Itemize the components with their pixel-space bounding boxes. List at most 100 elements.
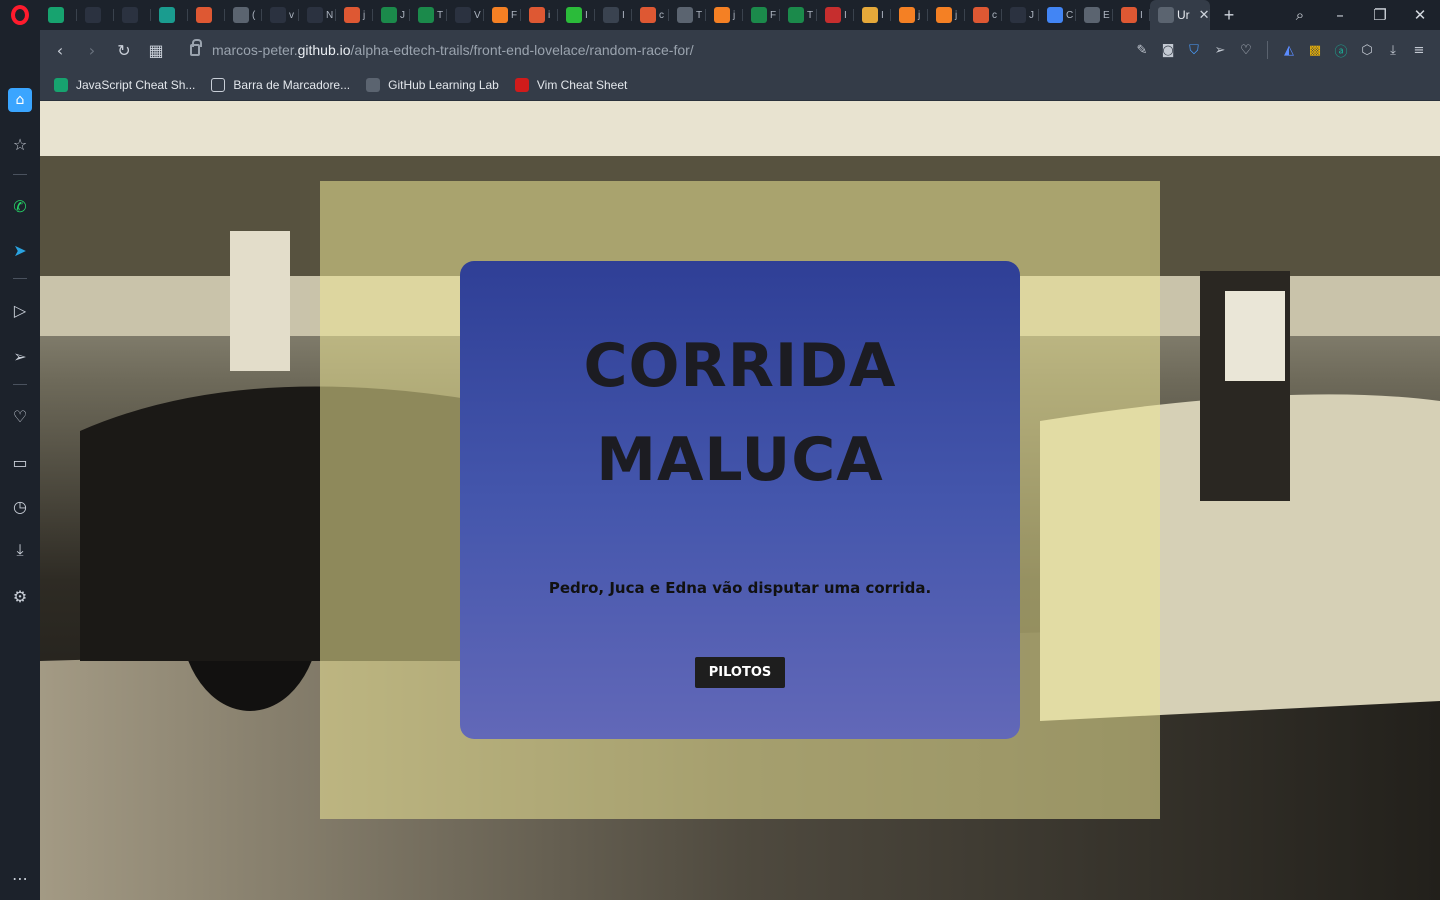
- browser-tab[interactable]: (: [225, 0, 262, 30]
- bookmark-label: JavaScript Cheat Sh...: [76, 78, 196, 92]
- lock-icon[interactable]: [190, 39, 202, 56]
- minimize-button[interactable]: –: [1320, 6, 1360, 24]
- heart-icon[interactable]: ♡: [8, 404, 32, 428]
- browser-tab[interactable]: J: [1002, 0, 1039, 30]
- browser-tab[interactable]: [40, 0, 77, 30]
- forward-button[interactable]: ›: [76, 41, 108, 60]
- browser-tab[interactable]: V: [447, 0, 484, 30]
- vim-icon: [514, 78, 529, 92]
- extension-icon[interactable]: ⓐ: [1328, 41, 1354, 60]
- browser-tab[interactable]: F: [484, 0, 521, 30]
- extensions-cube-icon[interactable]: ⬡: [1354, 43, 1380, 58]
- browser-tab[interactable]: T: [669, 0, 706, 30]
- so-icon: [492, 7, 508, 23]
- whatsapp-icon[interactable]: ✆: [8, 194, 32, 218]
- settings-icon[interactable]: ⚙: [8, 584, 32, 608]
- browser-tab[interactable]: E: [1076, 0, 1113, 30]
- url-field[interactable]: marcos-peter.github.io/alpha-edtech-trai…: [190, 39, 694, 58]
- duck-icon: [1121, 7, 1137, 23]
- back-button[interactable]: ‹: [44, 41, 76, 60]
- browser-tab[interactable]: N: [299, 0, 336, 30]
- active-tab[interactable]: Ur ✕: [1150, 0, 1210, 30]
- gear-icon: [1084, 7, 1100, 23]
- tab-title: j: [918, 9, 921, 21]
- home-icon[interactable]: ⌂: [8, 88, 32, 112]
- send-icon[interactable]: ➢: [8, 344, 32, 368]
- easy-setup-icon[interactable]: ≡: [1406, 43, 1432, 58]
- bookmarks-bar: JavaScript Cheat Sh... Barra de Marcadore…: [40, 70, 1440, 101]
- tab-title: c: [992, 9, 997, 21]
- history-icon[interactable]: ◷: [8, 494, 32, 518]
- bookmark-item[interactable]: GitHub Learning Lab: [366, 78, 499, 92]
- browser-tab[interactable]: F: [743, 0, 780, 30]
- bookmark-item[interactable]: Barra de Marcadore...: [211, 78, 350, 92]
- browser-tab[interactable]: v: [262, 0, 299, 30]
- extension-icon[interactable]: ◭: [1276, 43, 1302, 58]
- pilots-button[interactable]: PILOTOS: [694, 657, 786, 688]
- github-lab-icon: [366, 78, 381, 92]
- edit-icon[interactable]: ✎: [1129, 43, 1155, 58]
- hat-icon: [307, 7, 323, 23]
- browser-tab[interactable]: j: [928, 0, 965, 30]
- browser-tab[interactable]: [188, 0, 225, 30]
- downloads-icon[interactable]: ⤓: [8, 538, 32, 562]
- globe-icon: [677, 7, 693, 23]
- star-icon[interactable]: ☆: [8, 132, 32, 156]
- browser-tab[interactable]: I: [1113, 0, 1150, 30]
- more-icon[interactable]: ⋯: [8, 866, 32, 890]
- bookmark-item[interactable]: Vim Cheat Sheet: [514, 78, 627, 92]
- browser-tab[interactable]: I: [558, 0, 595, 30]
- bookmark-item[interactable]: JavaScript Cheat Sh...: [54, 78, 195, 92]
- address-bar: ‹ › ↻ ▦ marcos-peter.github.io/alpha-edt…: [40, 30, 1440, 70]
- tab-title: N: [326, 9, 334, 21]
- player-icon[interactable]: ▷: [8, 298, 32, 322]
- so-icon: [714, 7, 730, 23]
- tabs-icon[interactable]: ▭: [8, 450, 32, 474]
- speed-dial-icon[interactable]: ▦: [140, 41, 172, 60]
- send-page-icon[interactable]: ➢: [1207, 43, 1233, 58]
- extension-icon[interactable]: ▩: [1302, 43, 1328, 58]
- browser-tab[interactable]: T: [780, 0, 817, 30]
- tab-title: I: [844, 9, 847, 21]
- browser-tab[interactable]: j: [891, 0, 928, 30]
- opera-logo-icon[interactable]: [0, 0, 40, 30]
- browser-tab[interactable]: [114, 0, 151, 30]
- download-icon[interactable]: ⤓: [1380, 43, 1406, 58]
- browser-tab[interactable]: J: [373, 0, 410, 30]
- vpn-shield-icon[interactable]: ⛉: [1181, 43, 1207, 58]
- telegram-icon[interactable]: ➤: [8, 238, 32, 262]
- browser-tab[interactable]: I: [595, 0, 632, 30]
- tab-bar: (v Nj J T V Fi I Ic Tj F T I Ij j c J C E I Ur ✕ + ⌕ – ❐ ✕: [0, 0, 1440, 30]
- browser-tab[interactable]: c: [632, 0, 669, 30]
- browser-tab[interactable]: [151, 0, 188, 30]
- new-tab-button[interactable]: +: [1214, 5, 1244, 26]
- browser-tab[interactable]: j: [336, 0, 373, 30]
- tab-title: Ur: [1177, 8, 1190, 22]
- tab-title: j: [733, 9, 736, 21]
- race-card: CORRIDA MALUCA Pedro, Juca e Edna vão di…: [460, 261, 1020, 739]
- browser-tab[interactable]: j: [706, 0, 743, 30]
- browser-tab[interactable]: [77, 0, 114, 30]
- browser-tab[interactable]: T: [410, 0, 447, 30]
- browser-tab[interactable]: I: [854, 0, 891, 30]
- restore-button[interactable]: ❐: [1360, 6, 1400, 24]
- browser-tab[interactable]: I: [817, 0, 854, 30]
- url-prefix: marcos-peter.: [212, 42, 298, 58]
- so-icon: [899, 7, 915, 23]
- camera-icon[interactable]: ◙: [1155, 43, 1181, 58]
- browser-tab[interactable]: C: [1039, 0, 1076, 30]
- duck-icon: [973, 7, 989, 23]
- close-tab-icon[interactable]: ✕: [1199, 7, 1210, 23]
- search-tabs-icon[interactable]: ⌕: [1280, 6, 1320, 24]
- duck-icon: [344, 7, 360, 23]
- tab-title: V: [474, 9, 481, 21]
- bookmark-heart-icon[interactable]: ♡: [1233, 43, 1259, 58]
- tab-title: i: [548, 9, 551, 21]
- browser-tab[interactable]: c: [965, 0, 1002, 30]
- close-window-button[interactable]: ✕: [1400, 6, 1440, 24]
- reload-button[interactable]: ↻: [108, 41, 140, 60]
- duck-icon: [640, 7, 656, 23]
- tab-title: I: [622, 9, 625, 21]
- browser-tab[interactable]: i: [521, 0, 558, 30]
- tab-title: I: [881, 9, 884, 21]
